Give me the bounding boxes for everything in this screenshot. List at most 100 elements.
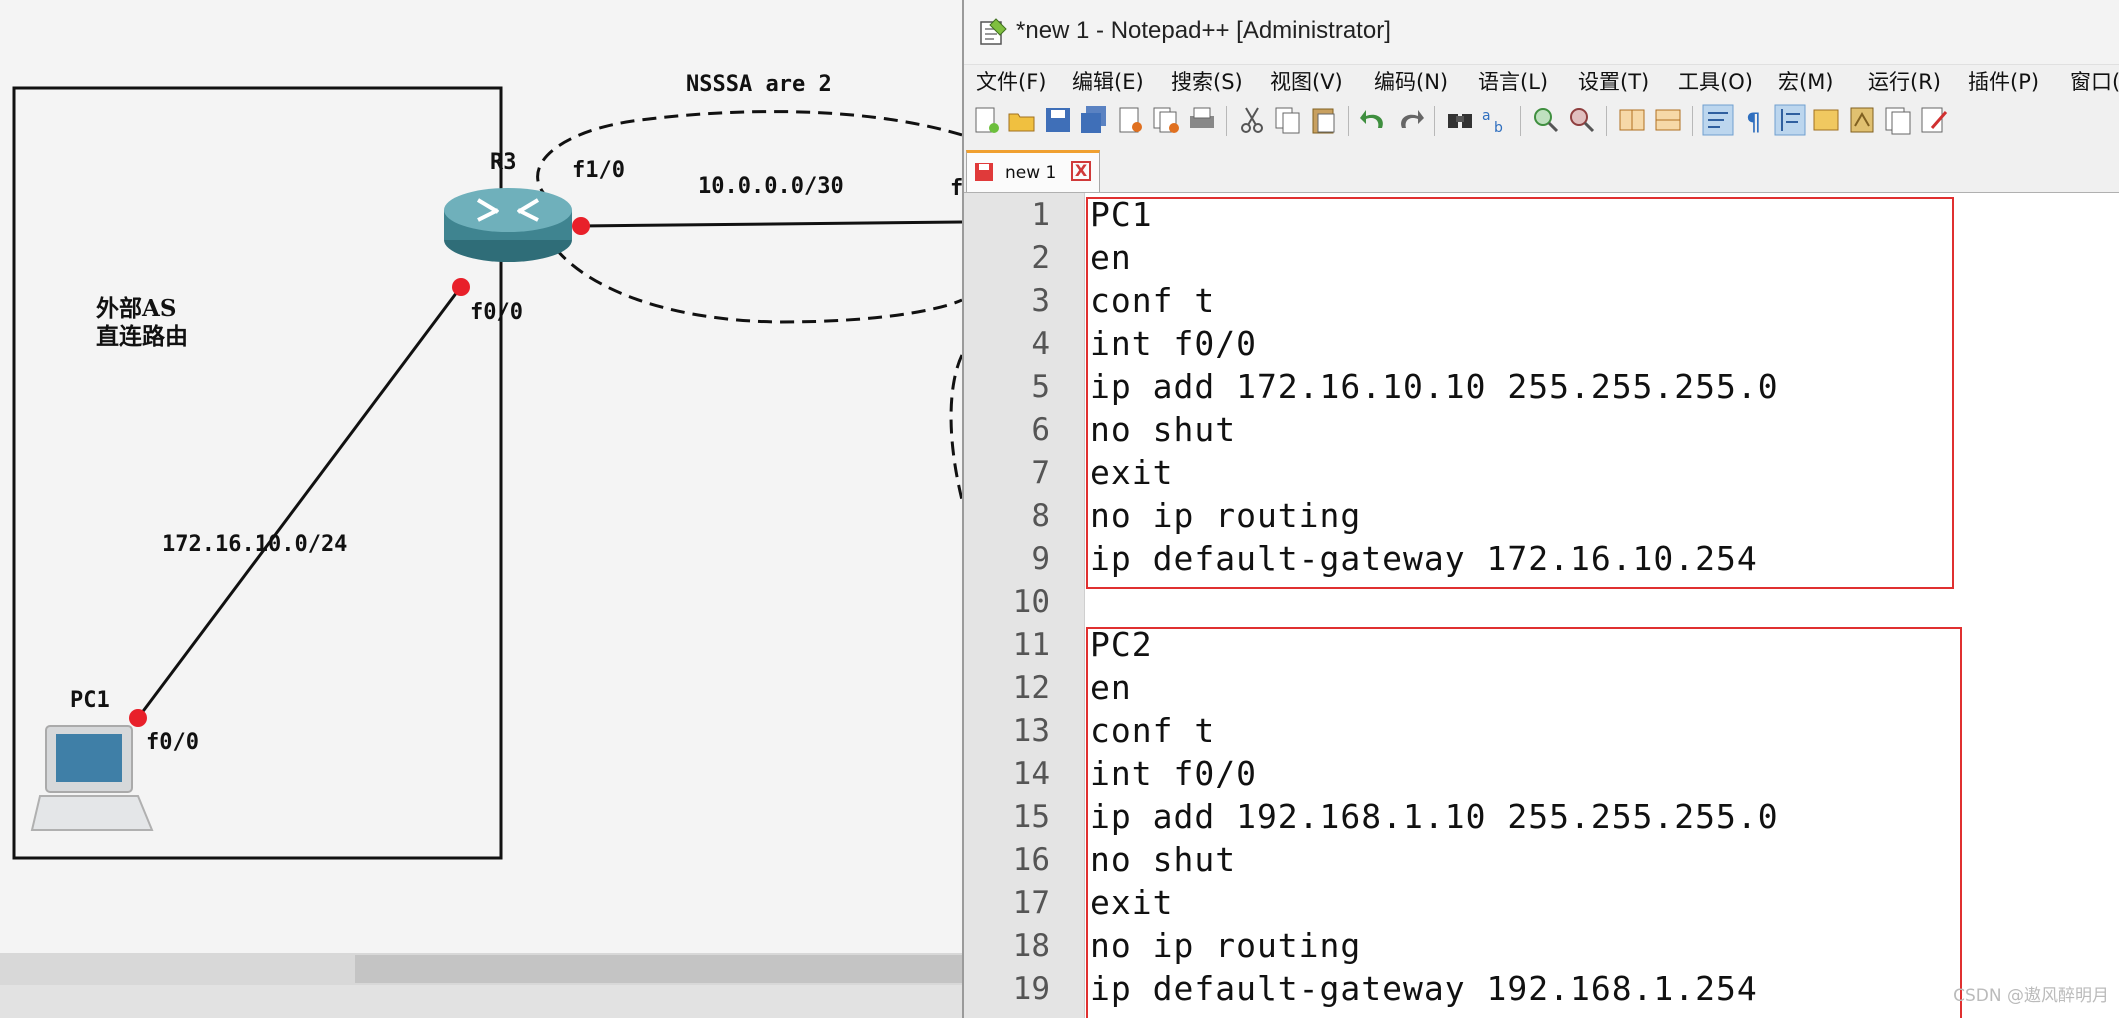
indent-guide-icon[interactable] <box>1774 104 1806 136</box>
replace-icon[interactable]: ab <box>1480 104 1512 136</box>
notepad-app-icon <box>980 18 1007 45</box>
folder-workspace-icon[interactable] <box>1918 104 1950 136</box>
area-ellipse-lower <box>949 354 962 501</box>
watermark: CSDN @遨风醉明月 <box>1953 986 2109 1006</box>
menu-encoding[interactable]: 编码(N) <box>1374 66 1448 96</box>
menu-plugins[interactable]: 插件(P) <box>1968 66 2039 96</box>
line-number-gutter: 1 2 3 4 5 6 7 8 9 10 11 12 13 14 15 16 1… <box>964 193 1085 1018</box>
new-file-icon[interactable] <box>970 104 1002 136</box>
line-number: 1 <box>1031 197 1050 233</box>
line-number: 9 <box>1031 541 1050 577</box>
line-number: 16 <box>1012 842 1050 878</box>
toolbar-separator <box>1692 106 1693 136</box>
menu-macro[interactable]: 宏(M) <box>1778 66 1834 96</box>
tab-close-icon[interactable]: X <box>1071 161 1091 181</box>
save-all-icon[interactable] <box>1078 104 1110 136</box>
pc-icon[interactable] <box>30 725 154 831</box>
link-172-16-10-0 <box>136 287 462 719</box>
user-lang-icon[interactable] <box>1810 104 1842 136</box>
toolbar-separator <box>1226 106 1227 136</box>
topology-drawing <box>12 86 962 860</box>
horizontal-scrollbar[interactable] <box>0 953 962 985</box>
function-list-icon[interactable] <box>1882 104 1914 136</box>
pc-name: PC1 <box>70 688 110 713</box>
notepad-window: *new 1 - Notepad++ [Administrator] 文件(F)… <box>962 0 2119 1018</box>
menu-window[interactable]: 窗口( <box>2070 66 2119 96</box>
close-all-icon[interactable] <box>1150 104 1182 136</box>
toolbar-separator <box>1434 106 1435 136</box>
pc-port: f0/0 <box>146 730 199 755</box>
print-icon[interactable] <box>1186 104 1218 136</box>
tab-label: new 1 <box>1005 163 1057 183</box>
window-title: *new 1 - Notepad++ [Administrator] <box>1016 17 1391 44</box>
line-number: 2 <box>1031 240 1050 276</box>
subnet-172-16-10-0-label: 172.16.10.0/24 <box>162 532 348 557</box>
redo-icon[interactable] <box>1394 104 1426 136</box>
line-number: 13 <box>1012 713 1050 749</box>
line-number: 7 <box>1031 455 1050 491</box>
router-port-f0-0: f0/0 <box>470 300 523 325</box>
line-number: 10 <box>1012 584 1050 620</box>
interface-dot-f1-0 <box>572 217 590 235</box>
menu-bar: 文件(F) 编辑(E) 搜索(S) 视图(V) 编码(N) 语言(L) 设置(T… <box>964 64 2119 98</box>
unsaved-icon <box>975 163 993 181</box>
line-number: 15 <box>1012 799 1050 835</box>
save-icon[interactable] <box>1042 104 1074 136</box>
menu-language[interactable]: 语言(L) <box>1478 66 1548 96</box>
show-all-chars-icon[interactable]: ¶ <box>1738 104 1770 136</box>
zoom-out-icon[interactable] <box>1566 104 1598 136</box>
line-number: 8 <box>1031 498 1050 534</box>
copy-icon[interactable] <box>1272 104 1304 136</box>
menu-view[interactable]: 视图(V) <box>1270 66 1343 96</box>
line-number: 6 <box>1031 412 1050 448</box>
tab-bar: new 1 X <box>964 146 2119 193</box>
scrollbar-thumb[interactable] <box>355 955 962 983</box>
close-file-icon[interactable] <box>1114 104 1146 136</box>
toolbar-separator <box>1520 106 1521 136</box>
area-ellipse <box>536 110 962 324</box>
topology-canvas: NSSSA are 2 R3 f1/0 10.0.0.0/30 f f0/0 外… <box>0 0 963 1018</box>
menu-edit[interactable]: 编辑(E) <box>1072 66 1144 96</box>
link-10-0-0-0 <box>579 220 962 228</box>
interface-dot-pc1 <box>129 709 147 727</box>
toolbar-separator <box>1348 106 1349 136</box>
undo-icon[interactable] <box>1358 104 1390 136</box>
menu-search[interactable]: 搜索(S) <box>1171 66 1243 96</box>
router-icon[interactable] <box>444 188 572 262</box>
menu-tools[interactable]: 工具(O) <box>1678 66 1753 96</box>
line-number: 17 <box>1012 885 1050 921</box>
title-bar[interactable]: *new 1 - Notepad++ [Administrator] <box>964 0 2119 65</box>
menu-settings[interactable]: 设置(T) <box>1578 66 1649 96</box>
editor-area[interactable]: 1 2 3 4 5 6 7 8 9 10 11 12 13 14 15 16 1… <box>964 193 2119 1018</box>
external-as-label: 外部AS <box>96 295 177 322</box>
paste-icon[interactable] <box>1308 104 1340 136</box>
pc2-config-highlight <box>1086 627 1962 1018</box>
line-number: 3 <box>1031 283 1050 319</box>
find-icon[interactable] <box>1444 104 1476 136</box>
router-port-f1-0: f1/0 <box>572 158 625 183</box>
tab-new-1[interactable]: new 1 X <box>966 150 1100 192</box>
word-wrap-icon[interactable] <box>1702 104 1734 136</box>
doc-map-icon[interactable] <box>1846 104 1878 136</box>
svg-text:b: b <box>1494 120 1503 136</box>
cut-icon[interactable] <box>1236 104 1268 136</box>
toolbar-separator <box>1606 106 1607 136</box>
open-file-icon[interactable] <box>1006 104 1038 136</box>
zoom-in-icon[interactable] <box>1530 104 1562 136</box>
toolbar: ab ¶ <box>964 100 2119 142</box>
line-number: 19 <box>1012 971 1050 1007</box>
interface-dot-f0-0 <box>452 278 470 296</box>
router-name: R3 <box>490 150 517 175</box>
sync-horizontal-icon[interactable] <box>1652 104 1684 136</box>
menu-run[interactable]: 运行(R) <box>1868 66 1941 96</box>
line-number: 4 <box>1031 326 1050 362</box>
line-number: 5 <box>1031 369 1050 405</box>
line-number: 11 <box>1012 627 1050 663</box>
line-number: 14 <box>1012 756 1050 792</box>
menu-file[interactable]: 文件(F) <box>976 66 1046 96</box>
bottom-bar <box>0 985 962 1018</box>
subnet-10-0-0-0-label: 10.0.0.0/30 <box>698 174 844 199</box>
sync-vertical-icon[interactable] <box>1616 104 1648 136</box>
area-label: NSSSA are 2 <box>686 72 832 97</box>
pc1-config-highlight <box>1086 197 1954 589</box>
